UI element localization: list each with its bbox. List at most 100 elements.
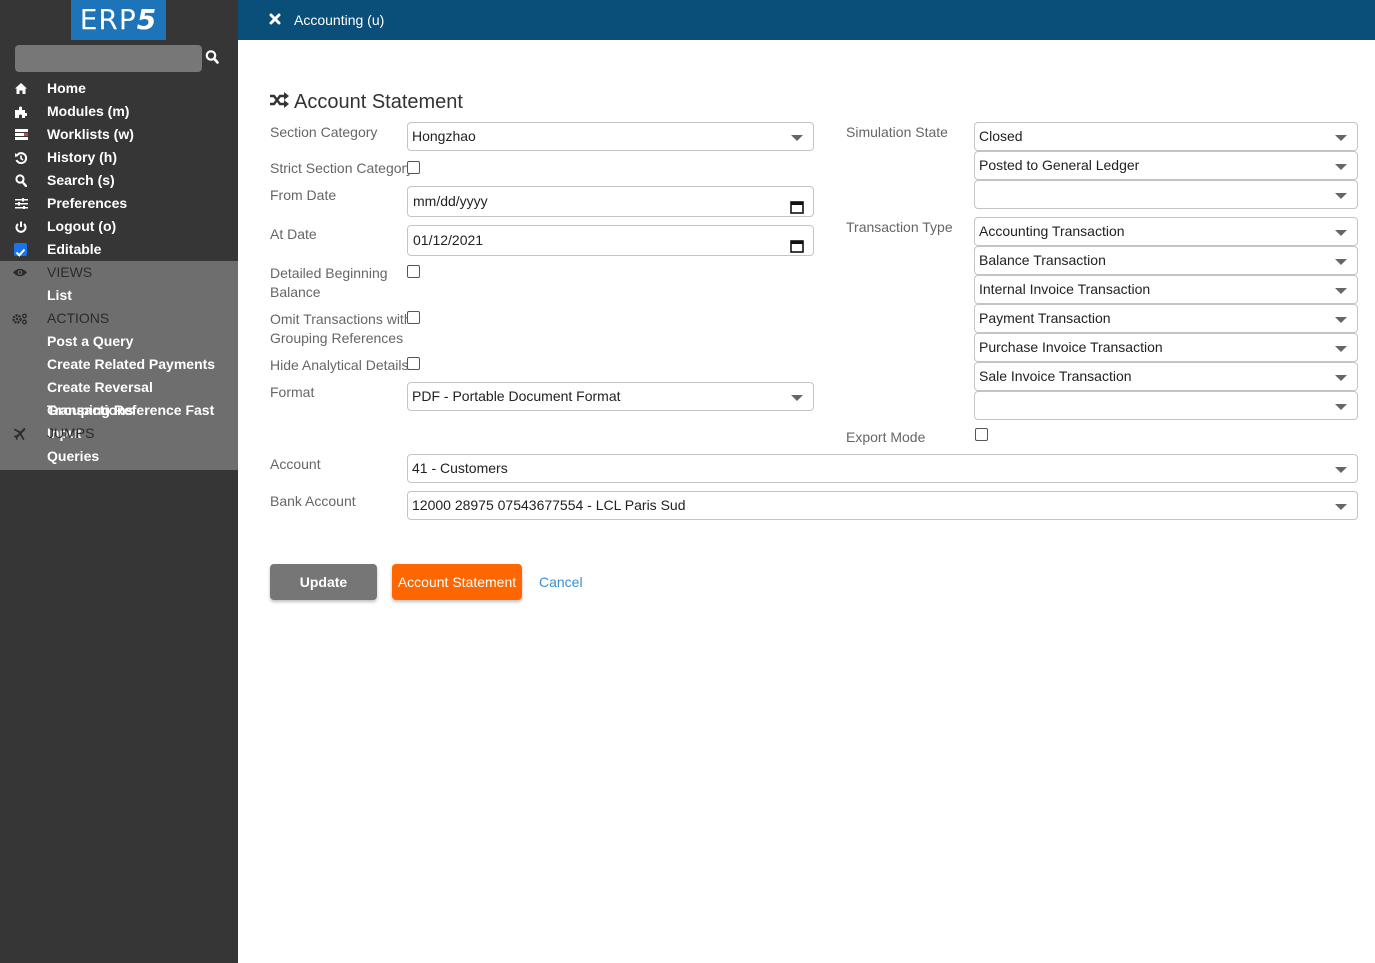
search-icon[interactable]: [205, 49, 223, 69]
export-mode-checkbox[interactable]: [975, 428, 988, 441]
section-views: VIEWS: [0, 261, 238, 284]
home-icon: [13, 77, 29, 100]
from-date-label: From Date: [270, 187, 337, 203]
chevron-down-icon: [791, 395, 803, 401]
chevron-down-icon: [1335, 164, 1347, 170]
chevron-down-icon: [1335, 467, 1347, 473]
sidebar-nav: Home Modules (m) Worklists (w) History (…: [0, 77, 238, 470]
detailed-beginning-balance-label: Detailed Beginning Balance: [270, 264, 388, 302]
account-value: 41 - Customers: [412, 460, 508, 476]
search-icon: [13, 169, 29, 192]
sliders-icon: [13, 192, 29, 215]
select-value: Internal Invoice Transaction: [979, 281, 1151, 297]
omit-grouping-checkbox[interactable]: [407, 311, 420, 324]
update-button[interactable]: Update: [270, 564, 377, 600]
section-category-select[interactable]: Hongzhao: [407, 122, 814, 151]
at-date-label: At Date: [270, 226, 317, 242]
action-grouping-reference-fast-input[interactable]: Grouping Reference Fast Input: [0, 399, 238, 441]
hide-analytical-checkbox[interactable]: [407, 357, 420, 370]
sidebar-search-input[interactable]: [15, 45, 202, 72]
header-bar: Accounting (u): [238, 0, 1375, 40]
sidebar-item-label: Logout (o): [47, 218, 117, 234]
section-title: VIEWS: [47, 264, 93, 280]
puzzle-icon: [13, 100, 29, 123]
at-date-field[interactable]: 01/12/2021: [407, 225, 814, 256]
select-value: Closed: [979, 128, 1023, 144]
chevron-down-icon: [791, 135, 803, 141]
bank-account-select[interactable]: 12000 28975 07543677554 - LCL Paris Sud: [407, 491, 1358, 520]
cancel-link[interactable]: Cancel: [539, 574, 583, 590]
sidebar-item-worklists[interactable]: Worklists (w): [0, 123, 238, 146]
sidebar-item-label: Worklists (w): [47, 126, 134, 142]
action-create-reversal-transactions[interactable]: Create Reversal Transactions: [0, 376, 238, 418]
transaction-type-select-7[interactable]: [974, 391, 1358, 420]
action-create-related-payments[interactable]: Create Related Payments: [0, 353, 238, 376]
sidebar-item-label: Preferences: [47, 195, 128, 211]
checkbox-checked-icon[interactable]: [14, 243, 27, 257]
bank-account-value: 12000 28975 07543677554 - LCL Paris Sud: [412, 497, 686, 513]
chevron-down-icon: [1335, 288, 1347, 294]
section-title: JUMPS: [47, 425, 95, 441]
from-date-field[interactable]: mm/dd/yyyy: [407, 186, 814, 217]
jump-queries[interactable]: Queries: [0, 445, 238, 468]
chevron-down-icon: [1335, 135, 1347, 141]
strict-section-category-label: Strict Section Category: [270, 160, 414, 176]
omit-grouping-label: Omit Transactions with Grouping Reference…: [270, 310, 412, 348]
page-title-text: Account Statement: [294, 91, 463, 113]
select-value: Accounting Transaction: [979, 223, 1125, 239]
sidebar-item-preferences[interactable]: Preferences: [0, 192, 238, 215]
view-list[interactable]: List: [0, 284, 238, 307]
chevron-down-icon: [1335, 375, 1347, 381]
sidebar-item-label: Search (s): [47, 172, 115, 188]
simulation-state-select-1[interactable]: Closed: [974, 122, 1358, 151]
logo-text: ERP: [79, 3, 137, 36]
erp5-logo[interactable]: ERP5: [71, 0, 166, 40]
page-title: Account Statement: [270, 91, 463, 114]
calendar-icon[interactable]: [790, 195, 804, 214]
account-select[interactable]: 41 - Customers: [407, 454, 1358, 483]
header-breadcrumb[interactable]: Accounting (u): [294, 0, 384, 40]
sidebar-item-history[interactable]: History (h): [0, 146, 238, 169]
select-value: Balance Transaction: [979, 252, 1106, 268]
detailed-beginning-balance-checkbox[interactable]: [407, 265, 420, 278]
transaction-type-select-6[interactable]: Sale Invoice Transaction: [974, 362, 1358, 391]
sidebar-item-search[interactable]: Search (s): [0, 169, 238, 192]
account-label: Account: [270, 456, 321, 472]
bank-account-label: Bank Account: [270, 493, 356, 509]
chevron-down-icon: [1335, 404, 1347, 410]
tasks-icon: [13, 123, 29, 146]
calendar-icon[interactable]: [790, 234, 804, 253]
sidebar-item-editable[interactable]: Editable: [0, 238, 238, 261]
account-statement-button[interactable]: Account Statement: [392, 564, 522, 600]
transaction-type-label: Transaction Type: [846, 219, 953, 235]
sidebar-item-home[interactable]: Home: [0, 77, 238, 100]
sidebar-actions-panel: VIEWS List ACTIONS Post a Query Create R…: [0, 261, 238, 470]
sidebar-item-label: Editable: [47, 241, 102, 257]
transaction-type-select-4[interactable]: Payment Transaction: [974, 304, 1358, 333]
power-icon: [13, 215, 29, 238]
format-label: Format: [270, 384, 315, 400]
section-category-value: Hongzhao: [412, 128, 476, 144]
history-icon: [13, 146, 29, 169]
simulation-state-select-2[interactable]: Posted to General Ledger: [974, 151, 1358, 180]
label-line: Detailed Beginning: [270, 265, 388, 281]
section-actions: ACTIONS: [0, 307, 238, 330]
action-post-query[interactable]: Post a Query: [0, 330, 238, 353]
select-value: Purchase Invoice Transaction: [979, 339, 1163, 355]
label-line: Balance: [270, 284, 321, 300]
sidebar-item-label: Modules (m): [47, 103, 130, 119]
close-icon[interactable]: [269, 12, 283, 28]
transaction-type-select-2[interactable]: Balance Transaction: [974, 246, 1358, 275]
sidebar-item-modules[interactable]: Modules (m): [0, 100, 238, 123]
format-select[interactable]: PDF - Portable Document Format: [407, 382, 814, 411]
strict-section-category-checkbox[interactable]: [407, 161, 420, 174]
chevron-down-icon: [1335, 346, 1347, 352]
random-icon: [270, 91, 290, 114]
section-title: ACTIONS: [47, 310, 110, 326]
sidebar-item-logout[interactable]: Logout (o): [0, 215, 238, 238]
transaction-type-select-5[interactable]: Purchase Invoice Transaction: [974, 333, 1358, 362]
transaction-type-select-1[interactable]: Accounting Transaction: [974, 217, 1358, 246]
transaction-type-select-3[interactable]: Internal Invoice Transaction: [974, 275, 1358, 304]
simulation-state-select-3[interactable]: [974, 180, 1358, 209]
select-value: Posted to General Ledger: [979, 157, 1140, 173]
